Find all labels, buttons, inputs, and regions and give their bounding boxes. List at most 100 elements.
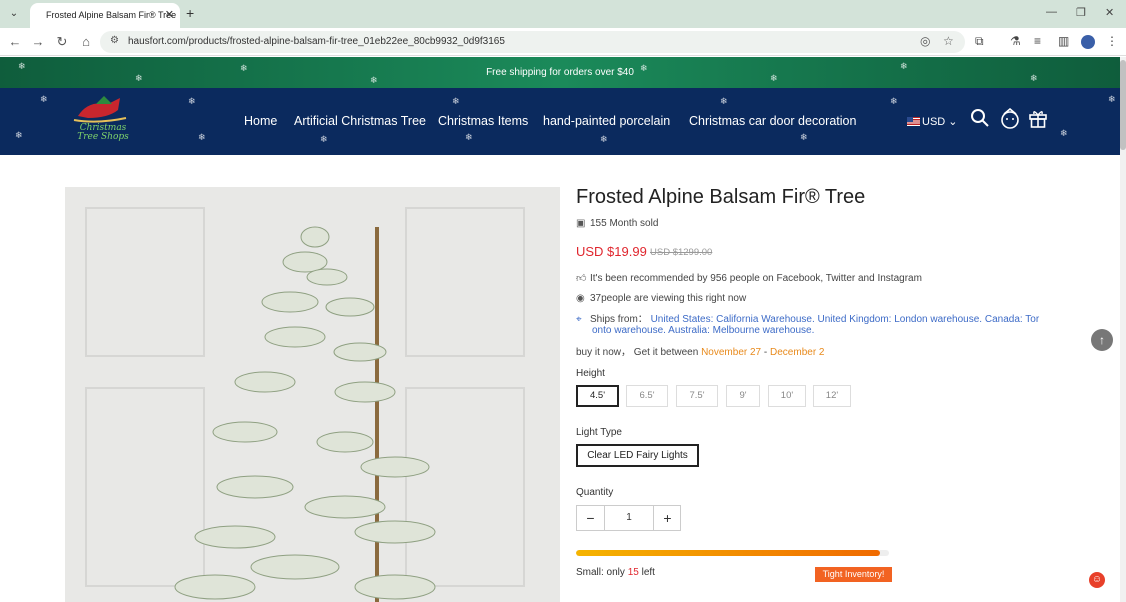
announcement-text: Free shipping for orders over $40: [486, 67, 634, 78]
new-tab-icon[interactable]: +: [186, 5, 194, 21]
home-icon[interactable]: ⌂: [78, 34, 94, 49]
light-type-label: Light Type: [576, 427, 622, 438]
ships-from-locations[interactable]: United States: California Warehouse. Uni…: [651, 314, 1040, 325]
snowflake-icon: ❄: [240, 63, 248, 73]
stock-row: Small: only 15 left: [576, 567, 655, 578]
support-chat-icon[interactable]: ☺: [1089, 572, 1105, 588]
original-price: USD $1299.00: [650, 247, 713, 258]
nav-hand-painted-porcelain[interactable]: hand-painted porcelain: [543, 114, 670, 128]
tight-inventory-badge: Tight Inventory!: [815, 567, 892, 582]
stock-progress-fill: [576, 550, 880, 556]
snowflake-icon: ❄: [18, 61, 26, 71]
thumbs-up-icon: 👍︎: [576, 273, 587, 284]
sale-price: USD $19.99: [576, 244, 647, 259]
viewing-row: ◉ 37people are viewing this right now: [576, 293, 746, 304]
nav-artificial-christmas-tree[interactable]: Artificial Christmas Tree: [294, 114, 426, 128]
delivery-prefix: buy it now， Get it between: [576, 347, 699, 358]
nav-christmas-items[interactable]: Christmas Items: [438, 114, 528, 128]
snowflake-icon: ❄: [15, 130, 23, 140]
eye-off-icon[interactable]: ◎: [920, 34, 930, 48]
recommend-text: It's been recommended by 956 people on F…: [590, 273, 922, 284]
reload-icon[interactable]: ↻: [54, 34, 70, 50]
browser-tab[interactable]: Frosted Alpine Balsam Fir® Tree ✕: [30, 3, 180, 28]
shop-icon: ▣: [576, 218, 586, 229]
quantity-label: Quantity: [576, 487, 614, 498]
nav-christmas-car-door-decoration[interactable]: Christmas car door decoration: [689, 114, 856, 128]
ships-from-row: ⌖ Ships from： United States: California W…: [576, 314, 1039, 336]
height-option-12[interactable]: 12': [813, 385, 851, 407]
site-header: Christmas Tree Shops Home Artificial Chr…: [0, 88, 1120, 155]
close-window-icon[interactable]: ✕: [1105, 6, 1114, 19]
bookmark-star-icon[interactable]: ☆: [943, 34, 954, 48]
announcement-bar: Free shipping for orders over $40 ❄ ❄ ❄ …: [0, 57, 1120, 88]
minus-icon[interactable]: −: [577, 506, 604, 530]
back-icon[interactable]: ←: [7, 34, 23, 49]
lab-icon[interactable]: ⚗: [1010, 34, 1021, 48]
site-logo[interactable]: Christmas Tree Shops: [68, 96, 138, 148]
logo-text: Christmas Tree Shops: [77, 123, 129, 142]
snowflake-icon: ❄: [640, 63, 648, 73]
url-text: hausfort.com/products/frosted-alpine-bal…: [128, 36, 505, 47]
us-flag-icon: [907, 117, 920, 126]
minimize-icon[interactable]: —: [1046, 6, 1057, 18]
restore-icon[interactable]: ❐: [1076, 6, 1086, 19]
ships-from-locations-cont[interactable]: onto warehouse. Australia: Melbourne war…: [592, 325, 814, 336]
delivery-start-date: November 27: [701, 347, 762, 358]
reading-list-icon[interactable]: ≡: [1034, 34, 1041, 48]
delivery-date-separator: -: [763, 347, 768, 358]
gift-cart-icon[interactable]: [1028, 108, 1048, 133]
plus-icon[interactable]: +: [654, 506, 681, 530]
height-option-9[interactable]: 9': [726, 385, 760, 407]
menu-icon[interactable]: ⋮: [1106, 34, 1118, 48]
product-image[interactable]: [65, 187, 560, 602]
snowflake-icon: ❄: [1060, 128, 1068, 138]
tree-illustration: [174, 226, 436, 600]
side-panel-icon[interactable]: ▥: [1058, 34, 1069, 48]
currency-selector[interactable]: USD ⌄: [907, 115, 958, 128]
search-icon[interactable]: [970, 108, 990, 133]
snowflake-icon: ❄: [720, 96, 728, 106]
delivery-end-date: December 2: [770, 347, 825, 358]
sold-text: 155 Month sold: [590, 218, 659, 229]
browser-tab-strip: ⌄ Frosted Alpine Balsam Fir® Tree ✕ + — …: [0, 0, 1126, 28]
account-icon[interactable]: [1000, 107, 1020, 135]
tab-search-icon[interactable]: ⌄: [6, 6, 22, 22]
tab-title: Frosted Alpine Balsam Fir® Tree: [46, 10, 177, 20]
snowflake-icon: ❄: [320, 134, 328, 144]
quantity-stepper: − 1 +: [576, 505, 681, 531]
quantity-input[interactable]: 1: [604, 506, 654, 530]
snowflake-icon: ❄: [188, 96, 196, 106]
viewing-text: 37people are viewing this right now: [590, 293, 747, 304]
forward-icon[interactable]: →: [30, 34, 46, 49]
light-option-clear-led[interactable]: Clear LED Fairy Lights: [576, 444, 699, 467]
sleigh-icon: [73, 96, 127, 123]
snowflake-icon: ❄: [465, 132, 473, 142]
sold-row: ▣ 155 Month sold: [576, 218, 658, 229]
stock-prefix: Small: only: [576, 567, 625, 578]
snowflake-icon: ❄: [452, 96, 460, 106]
height-option-4-5[interactable]: 4.5': [576, 385, 619, 407]
recommend-row: 👍︎ It's been recommended by 956 people on…: [576, 272, 922, 284]
eye-icon: ◉: [576, 293, 585, 304]
url-bar[interactable]: ⚙ hausfort.com/products/frosted-alpine-b…: [100, 31, 965, 53]
height-option-6-5[interactable]: 6.5': [626, 385, 668, 407]
stock-suffix: left: [641, 567, 655, 578]
height-option-7-5[interactable]: 7.5': [676, 385, 718, 407]
nav-home[interactable]: Home: [244, 114, 277, 128]
height-option-10[interactable]: 10': [768, 385, 806, 407]
ships-from-label: Ships from：: [590, 314, 648, 325]
snowflake-icon: ❄: [800, 132, 808, 142]
site-info-icon[interactable]: ⚙: [110, 35, 119, 46]
height-label: Height: [576, 368, 605, 379]
chevron-down-icon: ⌄: [948, 116, 958, 128]
snowflake-icon: ❄: [1108, 94, 1116, 104]
address-bar: ← → ↻ ⌂ ⚙ hausfort.com/products/frosted-…: [0, 28, 1126, 56]
extensions-icon[interactable]: ⧉: [975, 34, 984, 49]
profile-avatar[interactable]: [1081, 35, 1095, 49]
back-to-top-icon[interactable]: ↑: [1091, 329, 1113, 351]
scrollbar-thumb[interactable]: [1120, 60, 1126, 150]
tab-close-icon[interactable]: ✕: [165, 3, 174, 28]
snowflake-icon: ❄: [900, 61, 908, 71]
location-pin-icon: ⌖: [576, 314, 582, 325]
snowflake-icon: ❄: [600, 134, 608, 144]
